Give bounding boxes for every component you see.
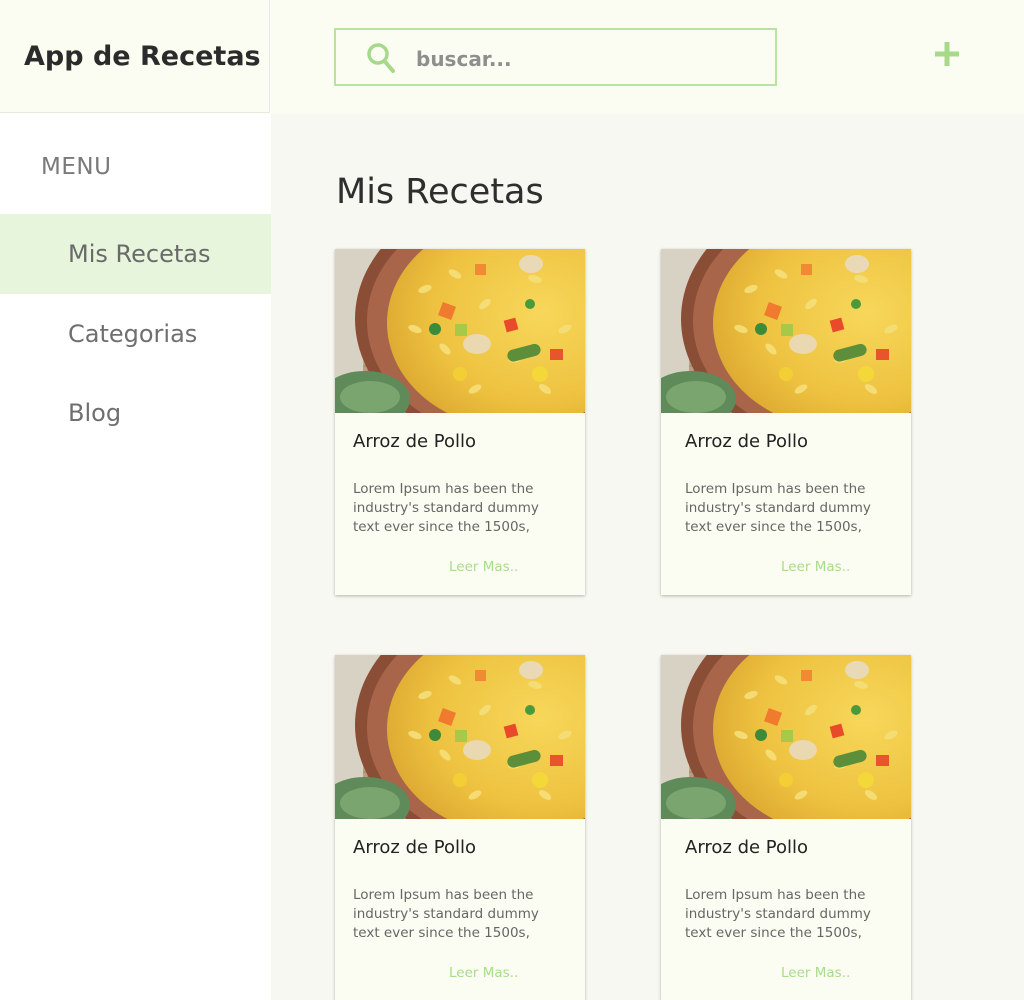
recipe-title: Arroz de Pollo: [353, 837, 477, 858]
page-title: Mis Recetas: [336, 172, 544, 212]
recipe-card[interactable]: Arroz de Pollo Lorem Ipsum has been the …: [661, 655, 911, 1000]
read-more-link[interactable]: Leer Mas..: [449, 559, 518, 575]
recipe-title: Arroz de Pollo: [685, 837, 809, 858]
recipe-card[interactable]: Arroz de Pollo Lorem Ipsum has been the …: [335, 249, 585, 595]
sidebar: MENU Mis Recetas Categorias Blog: [0, 114, 271, 1000]
read-more-link[interactable]: Leer Mas..: [781, 965, 850, 981]
sidebar-item-label: Blog: [68, 399, 122, 427]
recipe-description: Lorem Ipsum has been the industry's stan…: [685, 887, 871, 941]
recipe-image[interactable]: [661, 655, 911, 819]
search-box[interactable]: [334, 28, 777, 86]
plus-icon[interactable]: [931, 38, 965, 72]
recipe-title: Arroz de Pollo: [353, 431, 477, 452]
recipe-description: Lorem Ipsum has been the industry's stan…: [353, 481, 539, 535]
recipe-description: Lorem Ipsum has been the industry's stan…: [353, 887, 539, 941]
app-brand: App de Recetas: [0, 0, 270, 113]
sidebar-item-label: Categorias: [68, 320, 198, 348]
menu-label: MENU: [41, 154, 112, 180]
app-title: App de Recetas: [24, 40, 261, 72]
main-content: Mis Recetas Arroz de Pollo Lorem Ipsum h…: [271, 114, 1024, 1000]
read-more-link[interactable]: Leer Mas..: [449, 965, 518, 981]
sidebar-item-categorias[interactable]: Categorias: [0, 294, 271, 374]
search-icon[interactable]: [366, 42, 396, 74]
sidebar-item-mis-recetas[interactable]: Mis Recetas: [0, 214, 271, 294]
recipe-card[interactable]: Arroz de Pollo Lorem Ipsum has been the …: [661, 249, 911, 595]
sidebar-item-blog[interactable]: Blog: [0, 373, 271, 453]
recipe-image[interactable]: [661, 249, 911, 413]
sidebar-item-label: Mis Recetas: [68, 240, 211, 268]
read-more-link[interactable]: Leer Mas..: [781, 559, 850, 575]
recipe-title: Arroz de Pollo: [685, 431, 809, 452]
recipe-description: Lorem Ipsum has been the industry's stan…: [685, 481, 871, 535]
top-bar: [271, 0, 1024, 114]
recipe-card[interactable]: Arroz de Pollo Lorem Ipsum has been the …: [335, 655, 585, 1000]
search-input[interactable]: [414, 43, 758, 75]
recipe-image[interactable]: [335, 655, 585, 819]
recipe-image[interactable]: [335, 249, 585, 413]
